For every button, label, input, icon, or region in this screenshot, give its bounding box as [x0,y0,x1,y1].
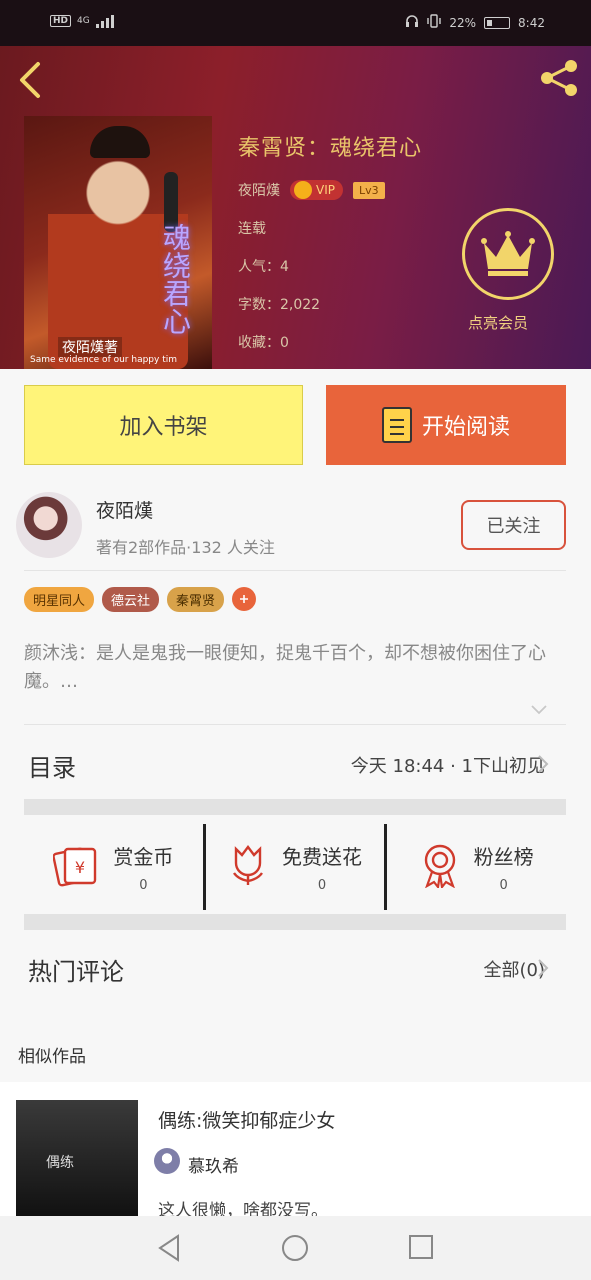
add-tag-icon[interactable] [232,587,257,611]
book-cover[interactable]: 魂绕君心 夜陌熯著 Same evidence of our happy tim [24,116,212,369]
reward-coins-label: 赏金币 [113,845,174,869]
similar-author-avatar [154,1148,180,1174]
book-icon [381,407,412,443]
network-type: 4G [77,16,90,26]
book-header: 魂绕君心 夜陌熯著 Same evidence of our happy tim… [0,46,591,369]
section-separator [24,799,566,815]
red-envelope-icon: ¥ [52,843,99,891]
cover-hair [90,126,150,158]
similar-cover-text: 偶练 [46,1155,74,1171]
add-to-shelf-button[interactable]: 加入书架 [24,385,303,465]
battery-icon [484,16,511,29]
action-bar: ¥ 赏金币 0 免费送花 0 粉丝榜 0 [24,824,566,910]
reward-coins-button[interactable]: ¥ 赏金币 0 [24,824,203,910]
crown-icon [481,231,535,276]
section-separator [24,914,566,930]
fan-ranking-count: 0 [499,878,508,893]
author-section: 夜陌熯 著有2部作品·132 人关注 已关注 [0,478,591,570]
avatar[interactable] [16,492,82,558]
signal-icon [95,14,114,28]
catalog-latest-chapter: 今天 18:44 · 1下山初见 [350,756,545,777]
author-name[interactable]: 夜陌熯 [96,496,153,523]
similar-work-author: 慕玖希 [188,1157,239,1177]
similar-work-title[interactable]: 偶练:微笑抑郁症少女 [158,1106,335,1133]
book-title: 秦霄贤：魂绕君心 [238,136,423,161]
chevron-right-icon [536,754,550,774]
status-bar: HD 4G 22% 8:42 [0,0,591,46]
hd-badge: HD [50,15,72,27]
send-flower-label: 免费送花 [282,845,362,869]
fan-ranking-label: 粉丝榜 [473,845,534,869]
level-badge: Lv3 [352,181,385,199]
share-icon[interactable] [537,56,581,100]
chevron-down-icon[interactable] [530,700,548,718]
author-stats: 著有2部作品·132 人关注 [96,538,275,557]
divider [24,570,566,571]
back-arrow-icon[interactable] [16,60,46,100]
hot-comments-label: 热门评论 [28,958,124,986]
book-status: 连载 [238,221,266,237]
add-to-shelf-label: 加入书架 [119,415,208,440]
system-nav-bar [0,1216,591,1280]
book-collections: 收藏：0 [238,335,289,351]
catalog-label: 目录 [28,754,76,782]
clock: 8:42 [518,15,545,30]
vibrate-icon [427,14,442,31]
start-reading-button[interactable]: 开始阅读 [326,385,566,465]
fan-ranking-button[interactable]: 粉丝榜 0 [384,824,566,910]
book-description: 颜沐浅：是人是鬼我一眼便知，捉鬼千百个，却不想被你困住了心魔。… [24,643,546,692]
headphones-icon [405,14,419,31]
send-flower-button[interactable]: 免费送花 0 [202,824,385,910]
tag-item[interactable]: 德云社 [102,587,160,612]
battery-percent: 22% [449,15,477,30]
book-info: 秦霄贤：魂绕君心 夜陌熯 VIP Lv3 连载 人气：4 字数：2,022 收藏… [238,130,422,352]
reward-coins-count: 0 [139,878,148,893]
start-reading-label: 开始阅读 [421,415,510,440]
medal-icon [420,842,460,892]
cover-title-glow: 魂绕君心 [159,223,192,335]
cover-subcaption: Same evidence of our happy tim [30,355,177,365]
chevron-right-icon [536,958,550,978]
nav-home-icon[interactable] [281,1234,309,1262]
nav-back-icon[interactable] [156,1234,182,1262]
book-word-count: 字数：2,022 [238,297,321,313]
follow-button[interactable]: 已关注 [461,500,566,550]
tag-item[interactable]: 秦霄贤 [167,587,225,612]
vip-coin-icon [294,181,312,199]
member-crown-button[interactable] [462,208,554,300]
book-popularity: 人气：4 [238,259,289,275]
cover-caption: 夜陌熯著 [58,337,122,357]
similar-works-label: 相似作品 [18,1047,86,1067]
send-flower-count: 0 [317,878,327,893]
tag-item[interactable]: 明星同人 [24,587,95,612]
follow-label: 已关注 [486,516,541,537]
book-author[interactable]: 夜陌熯 [238,180,280,200]
similar-work-card[interactable]: 偶练 偶练:微笑抑郁症少女 慕玖希 这人很懒，啥都没写。 [0,1082,591,1221]
member-crown-label: 点亮会员 [468,314,529,332]
svg-text:¥: ¥ [75,858,85,877]
nav-recents-icon[interactable] [408,1234,434,1260]
vip-badge: VIP [290,180,343,200]
tag-list: 明星同人 德云社 秦霄贤 [24,587,257,612]
divider [24,724,566,725]
vip-label: VIP [316,183,335,197]
similar-work-cover[interactable]: 偶练 [16,1100,138,1216]
flower-icon [228,843,268,891]
